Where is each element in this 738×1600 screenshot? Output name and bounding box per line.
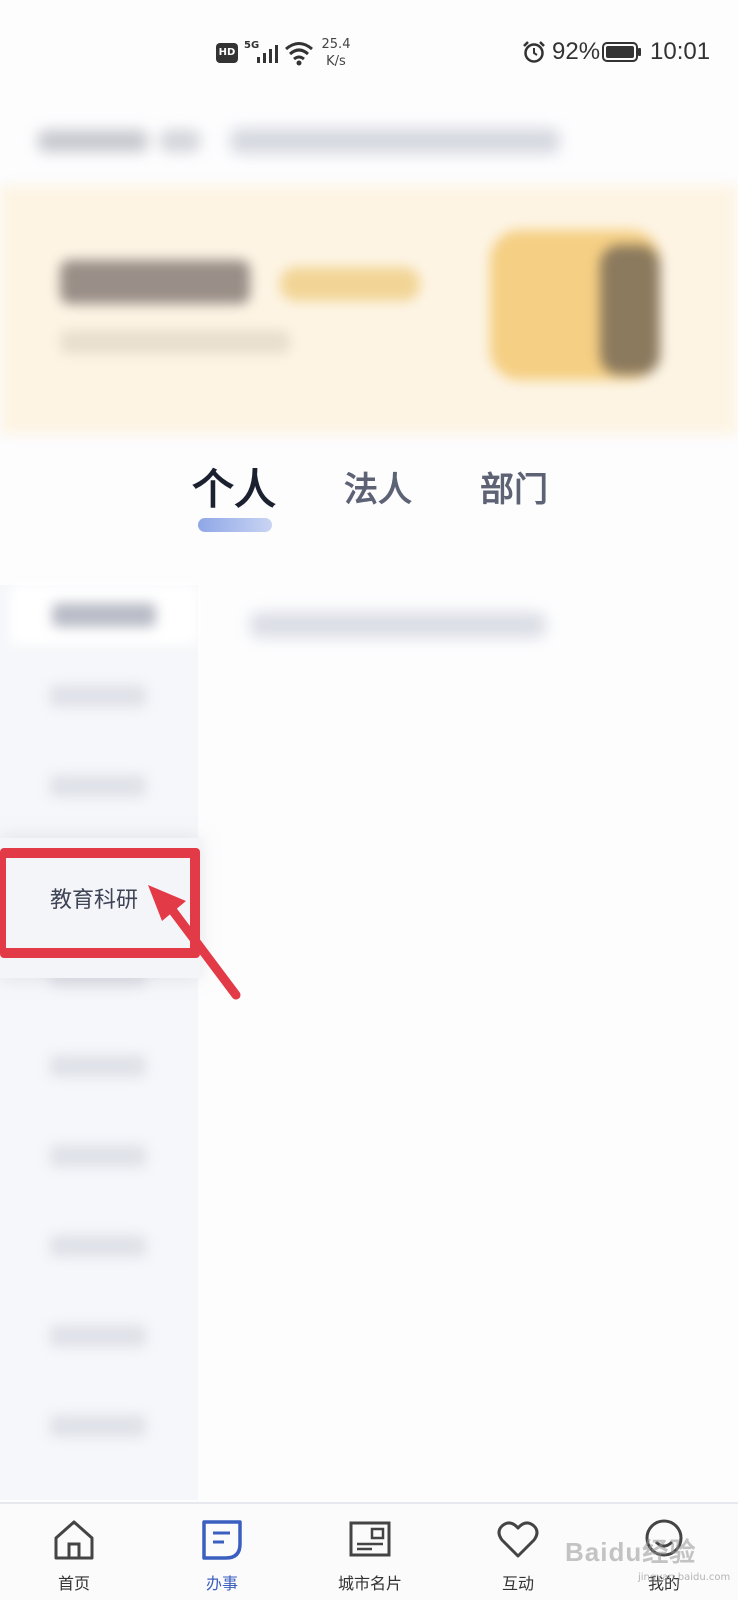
clock: 10:01 (650, 38, 711, 65)
nav-city-card-label: 城市名片 (337, 1574, 402, 1593)
service-tabs: 个人 法人 部门 (0, 440, 738, 550)
category-item-blur[interactable] (50, 1235, 146, 1257)
banner-figure-blur (600, 245, 660, 375)
category-item-blur[interactable] (50, 1415, 146, 1437)
tab-legal-person[interactable]: 法人 (344, 462, 412, 511)
document-icon (202, 1520, 242, 1560)
category-item-blur[interactable] (50, 775, 146, 797)
speed-value: 25.4 (321, 37, 351, 52)
content-header-blur (250, 612, 546, 638)
active-tab-indicator (198, 518, 272, 532)
hd-badge: HD (216, 43, 238, 63)
signal-icon (257, 45, 278, 63)
nav-services-label: 办事 (205, 1574, 238, 1593)
network-speed: 25.4 K/s (318, 36, 354, 70)
category-item-blur[interactable] (50, 1145, 146, 1167)
baidu-watermark: Baidu经验 (565, 1537, 697, 1567)
category-sidebar (0, 585, 198, 1500)
category-list-blurred (0, 585, 198, 1500)
alarm-icon (523, 41, 545, 63)
banner-button-blur (280, 267, 420, 301)
annotation-arrow-icon (148, 885, 241, 1000)
tab-department[interactable]: 部门 (480, 462, 548, 511)
nav-services[interactable]: 办事 (148, 1504, 296, 1600)
speed-unit: K/s (326, 54, 346, 69)
wifi-icon (285, 42, 313, 66)
category-item-selected-text-blur (52, 603, 156, 627)
location-blur (38, 130, 148, 152)
category-item-blur[interactable] (50, 685, 146, 707)
baidu-watermark-url: jingyan.baidu.com (638, 1572, 731, 1583)
screen: HD 5G 25.4 K/s 92% 10:01 个人 法人 部门 教育科研 首… (0, 0, 738, 1600)
banner-title-blur (60, 260, 250, 304)
battery-percent: 92% (552, 38, 601, 65)
dropdown-blur (160, 130, 200, 152)
heart-icon (497, 1521, 539, 1558)
nav-interaction-label: 互动 (501, 1574, 534, 1593)
battery-icon (602, 42, 641, 62)
promo-banner-blurred[interactable] (0, 185, 738, 435)
banner-subtitle-blur (60, 330, 290, 354)
category-item-blur[interactable] (50, 1325, 146, 1347)
search-field-blur (230, 128, 560, 154)
city-card-icon (349, 1521, 391, 1557)
tab-personal[interactable]: 个人 (192, 456, 276, 517)
nav-city-card[interactable]: 城市名片 (296, 1504, 444, 1600)
nav-home-label: 首页 (57, 1574, 90, 1593)
nav-home[interactable]: 首页 (0, 1504, 148, 1600)
home-icon (54, 1520, 94, 1560)
status-bar: HD 5G 25.4 K/s 92% 10:01 (0, 0, 738, 100)
search-bar-blurred[interactable] (10, 100, 700, 180)
category-item-blur[interactable] (50, 1055, 146, 1077)
